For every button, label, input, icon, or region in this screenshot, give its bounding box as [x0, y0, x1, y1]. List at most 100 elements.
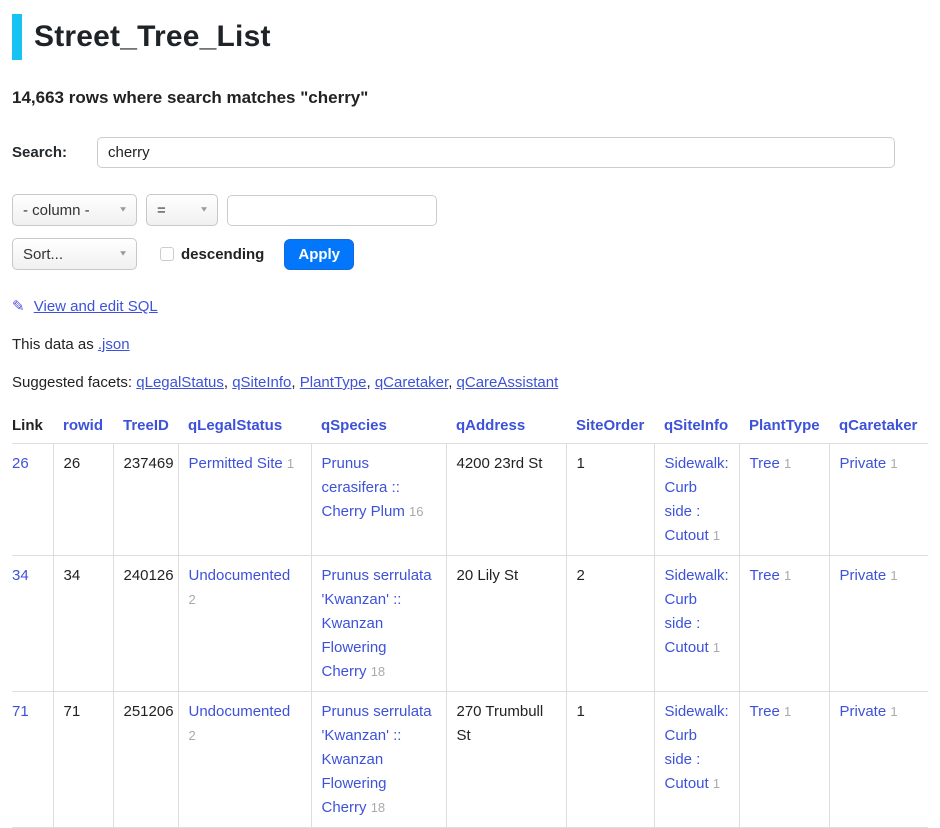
facet-count: 18: [371, 664, 385, 679]
table-row: 71 71 251206 Undocumented 2 Prunus serru…: [12, 692, 928, 828]
cell-qsiteinfo: Sidewalk: Curb side : Cutout 1: [654, 692, 739, 828]
header-planttype: PlantType: [739, 413, 829, 444]
cell-treeid: 237469: [113, 444, 178, 556]
facet-count: 2: [189, 728, 196, 743]
row-link[interactable]: 26: [12, 455, 29, 472]
legal-status-link[interactable]: Undocumented: [189, 567, 291, 584]
sort-select[interactable]: Sort...: [12, 238, 137, 270]
facet-separator: ,: [448, 374, 452, 391]
sort-row: Sort... ▼ descending Apply: [12, 238, 928, 270]
facet-count: 1: [713, 528, 720, 543]
cell-planttype: Tree 1: [739, 692, 829, 828]
facet-separator: ,: [366, 374, 370, 391]
cell-qsiteinfo: Sidewalk: Curb side : Cutout 1: [654, 444, 739, 556]
header-qsiteinfo-link[interactable]: qSiteInfo: [664, 417, 728, 434]
plant-type-link[interactable]: Tree: [750, 455, 780, 472]
facet-link-qlegalstatus[interactable]: qLegalStatus: [136, 374, 224, 391]
cell-qspecies: Prunus cerasifera :: Cherry Plum 16: [311, 444, 446, 556]
header-treeid-link[interactable]: TreeID: [123, 417, 169, 434]
sql-edit-line: ✎ View and edit SQL: [12, 297, 928, 315]
filter-value-input[interactable]: [227, 195, 437, 226]
row-link[interactable]: 34: [12, 567, 29, 584]
cell-qcaretaker: Private 1: [829, 692, 928, 828]
page-title: Street_Tree_List: [12, 14, 928, 60]
column-select-wrap: - column - ▼: [12, 194, 137, 226]
sort-select-wrap: Sort... ▼: [12, 238, 137, 270]
cell-qsiteinfo: Sidewalk: Curb side : Cutout 1: [654, 556, 739, 692]
header-qlegalstatus-link[interactable]: qLegalStatus: [188, 417, 282, 434]
facet-count: 2: [189, 592, 196, 607]
cell-link: 34: [12, 556, 53, 692]
header-planttype-link[interactable]: PlantType: [749, 417, 820, 434]
search-form: Search:: [12, 137, 928, 168]
facet-count: 1: [784, 456, 791, 471]
header-qaddress-link[interactable]: qAddress: [456, 417, 525, 434]
results-table: Link rowid TreeID qLegalStatus qSpecies …: [12, 413, 928, 828]
plant-type-link[interactable]: Tree: [750, 703, 780, 720]
cell-qspecies: Prunus serrulata 'Kwanzan' :: Kwanzan Fl…: [311, 556, 446, 692]
header-link: Link: [12, 413, 53, 444]
facet-count: 1: [890, 704, 897, 719]
cell-siteorder: 1: [566, 444, 654, 556]
caretaker-link[interactable]: Private: [840, 455, 887, 472]
header-qcaretaker-link[interactable]: qCaretaker: [839, 417, 917, 434]
facet-count: 1: [890, 456, 897, 471]
facet-separator: ,: [224, 374, 228, 391]
row-link[interactable]: 71: [12, 703, 29, 720]
facet-count: 1: [713, 776, 720, 791]
cell-planttype: Tree 1: [739, 556, 829, 692]
cell-link: 26: [12, 444, 53, 556]
search-input[interactable]: [97, 137, 895, 168]
header-treeid: TreeID: [113, 413, 178, 444]
cell-siteorder: 2: [566, 556, 654, 692]
filter-operator-select[interactable]: =: [146, 194, 218, 226]
table-row: 34 34 240126 Undocumented 2 Prunus serru…: [12, 556, 928, 692]
apply-button[interactable]: Apply: [284, 239, 354, 270]
header-qcaretaker: qCaretaker: [829, 413, 928, 444]
descending-checkbox[interactable]: [160, 247, 174, 261]
facet-link-planttype[interactable]: PlantType: [300, 374, 367, 391]
cell-planttype: Tree 1: [739, 444, 829, 556]
facet-link-qsiteinfo[interactable]: qSiteInfo: [232, 374, 291, 391]
cell-treeid: 251206: [113, 692, 178, 828]
facet-count: 1: [784, 704, 791, 719]
cell-qlegalstatus: Undocumented 2: [178, 556, 311, 692]
cell-link: 71: [12, 692, 53, 828]
header-siteorder: SiteOrder: [566, 413, 654, 444]
cell-siteorder: 1: [566, 692, 654, 828]
facet-separator: ,: [291, 374, 295, 391]
caretaker-link[interactable]: Private: [840, 567, 887, 584]
cell-qspecies: Prunus serrulata 'Kwanzan' :: Kwanzan Fl…: [311, 692, 446, 828]
search-label: Search:: [12, 144, 97, 161]
caretaker-link[interactable]: Private: [840, 703, 887, 720]
view-edit-sql-link[interactable]: View and edit SQL: [34, 298, 158, 315]
json-export-link[interactable]: .json: [98, 336, 130, 353]
cell-rowid: 34: [53, 556, 113, 692]
header-qlegalstatus: qLegalStatus: [178, 413, 311, 444]
facet-count: 1: [890, 568, 897, 583]
header-rowid-link[interactable]: rowid: [63, 417, 103, 434]
data-as-label: This data as: [12, 336, 94, 353]
facet-count: 1: [713, 640, 720, 655]
facet-count: 1: [287, 456, 294, 471]
cell-qcaretaker: Private 1: [829, 444, 928, 556]
cell-rowid: 71: [53, 692, 113, 828]
legal-status-link[interactable]: Undocumented: [189, 703, 291, 720]
filter-column-select[interactable]: - column -: [12, 194, 137, 226]
cell-qaddress: 270 Trumbull St: [446, 692, 566, 828]
header-siteorder-link[interactable]: SiteOrder: [576, 417, 644, 434]
operator-select-wrap: = ▼: [146, 194, 218, 226]
header-qspecies: qSpecies: [311, 413, 446, 444]
species-link[interactable]: Prunus cerasifera :: Cherry Plum: [322, 455, 405, 520]
facet-link-qcaretaker[interactable]: qCaretaker: [375, 374, 448, 391]
plant-type-link[interactable]: Tree: [750, 567, 780, 584]
data-export-line: This data as .json: [12, 336, 928, 353]
legal-status-link[interactable]: Permitted Site: [189, 455, 283, 472]
table-row: 26 26 237469 Permitted Site 1 Prunus cer…: [12, 444, 928, 556]
row-count-summary: 14,663 rows where search matches "cherry…: [12, 88, 928, 108]
descending-label[interactable]: descending: [181, 246, 264, 263]
header-qspecies-link[interactable]: qSpecies: [321, 417, 387, 434]
facet-link-qcareassistant[interactable]: qCareAssistant: [457, 374, 559, 391]
header-rowid: rowid: [53, 413, 113, 444]
cell-qcaretaker: Private 1: [829, 556, 928, 692]
